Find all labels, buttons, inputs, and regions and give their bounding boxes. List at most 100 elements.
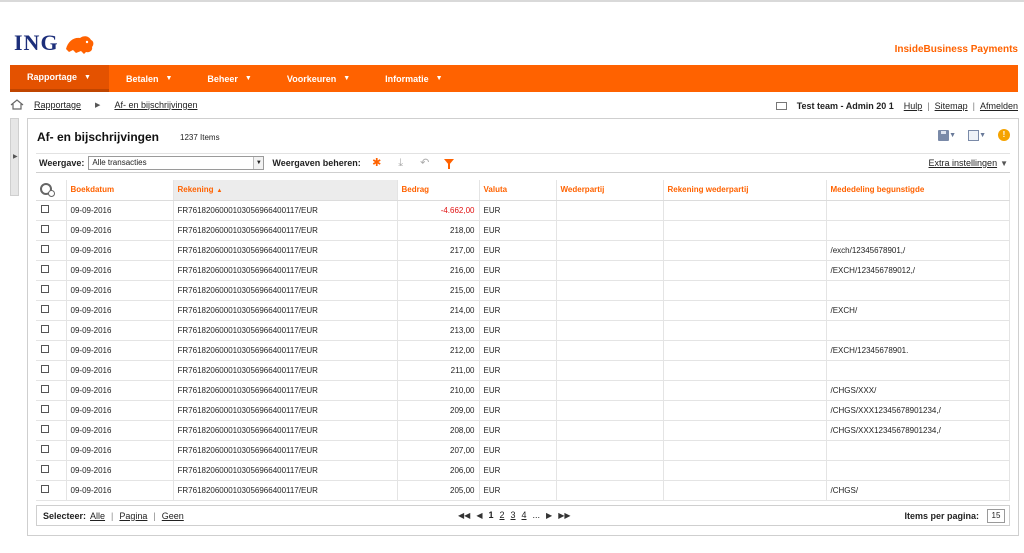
table-row[interactable]: 09-09-2016 FR7618206000103056966400117/EU… (36, 400, 1010, 421)
row-checkbox[interactable] (41, 205, 49, 213)
prev-page-icon[interactable]: ◀ (476, 511, 482, 520)
cell-select[interactable] (36, 400, 67, 421)
table-row[interactable]: 09-09-2016 FR7618206000103056966400117/EU… (36, 240, 1010, 261)
row-checkbox[interactable] (41, 245, 49, 253)
cell-select[interactable] (36, 460, 67, 481)
col-wederpartij[interactable]: Wederpartij (556, 180, 664, 201)
row-checkbox[interactable] (41, 405, 49, 413)
select-none-link[interactable]: Geen (162, 511, 184, 521)
nav-betalen[interactable]: Betalen ▼ (109, 65, 190, 92)
cell-bedrag: 211,00 (397, 360, 480, 381)
cell-select[interactable] (36, 220, 67, 241)
export-menu[interactable]: ▼ (968, 129, 986, 141)
table-row[interactable]: 09-09-2016 FR7618206000103056966400117/EU… (36, 460, 1010, 481)
row-checkbox[interactable] (41, 365, 49, 373)
row-checkbox[interactable] (41, 465, 49, 473)
sitemap-link[interactable]: Sitemap (935, 101, 968, 111)
page-4[interactable]: 4 (522, 510, 527, 520)
undo-icon[interactable]: ↶ (419, 157, 431, 169)
divider: | (111, 510, 114, 521)
table-row[interactable]: 09-09-2016 FR7618206000103056966400117/EU… (36, 280, 1010, 301)
gear-icon[interactable]: ✱ (371, 157, 383, 169)
cell-select[interactable] (36, 240, 67, 261)
col-boekdatum[interactable]: Boekdatum (66, 180, 174, 201)
col-valuta[interactable]: Valuta (479, 180, 557, 201)
cell-rekening: FR7618206000103056966400117/EUR (173, 400, 398, 421)
filter-icon[interactable] (443, 157, 455, 169)
table-row[interactable]: 09-09-2016 FR7618206000103056966400117/EU… (36, 200, 1010, 221)
cell-select[interactable] (36, 320, 67, 341)
col-bedrag[interactable]: Bedrag (397, 180, 480, 201)
cell-rekening: FR7618206000103056966400117/EUR (173, 440, 398, 461)
help-link[interactable]: Hulp (904, 101, 923, 111)
save-menu[interactable]: ▼ (938, 129, 956, 141)
chevron-down-icon: ▼ (84, 73, 91, 81)
page-3[interactable]: 3 (511, 510, 516, 520)
next-page-icon[interactable]: ▶ (546, 511, 552, 520)
view-select[interactable]: Alle transacties ▼ (88, 156, 265, 170)
row-checkbox[interactable] (41, 305, 49, 313)
table-row[interactable]: 09-09-2016 FR7618206000103056966400117/EU… (36, 260, 1010, 281)
info-icon[interactable]: ! (998, 129, 1010, 141)
row-checkbox[interactable] (41, 285, 49, 293)
cell-select[interactable] (36, 260, 67, 281)
breadcrumb-current[interactable]: Af- en bijschrijvingen (114, 100, 197, 110)
table-row[interactable]: 09-09-2016 FR7618206000103056966400117/EU… (36, 340, 1010, 361)
select-all-link[interactable]: Alle (90, 511, 105, 521)
nav-voorkeuren[interactable]: Voorkeuren ▼ (270, 65, 368, 92)
table-row[interactable]: 09-09-2016 FR7618206000103056966400117/EU… (36, 420, 1010, 441)
items-per-page-input[interactable]: 15 (987, 509, 1005, 523)
cell-select[interactable] (36, 440, 67, 461)
row-checkbox[interactable] (41, 485, 49, 493)
page-1[interactable]: 1 (488, 510, 493, 520)
col-rekening[interactable]: Rekening ▲ (173, 180, 398, 201)
col-rekening-wederpartij[interactable]: Rekening wederpartij (663, 180, 827, 201)
breadcrumb-rapportage[interactable]: Rapportage (34, 100, 81, 110)
last-page-icon[interactable]: ▶▶ (558, 511, 570, 520)
nav-informatie[interactable]: Informatie ▼ (368, 65, 460, 92)
table-body: 09-09-2016 FR7618206000103056966400117/EU… (36, 200, 1010, 501)
cell-select[interactable] (36, 380, 67, 401)
table-row[interactable]: 09-09-2016 FR7618206000103056966400117/EU… (36, 440, 1010, 461)
cell-select[interactable] (36, 360, 67, 381)
nav-beheer[interactable]: Beheer ▼ (190, 65, 269, 92)
download-icon[interactable]: ⤓ (395, 157, 407, 169)
chevron-right-icon: ▶ (13, 154, 18, 160)
row-checkbox[interactable] (41, 385, 49, 393)
cell-select[interactable] (36, 200, 67, 221)
home-icon[interactable] (10, 99, 24, 110)
col-mededeling[interactable]: Mededeling begunstigde (826, 180, 1010, 201)
nav-rapportage[interactable]: Rapportage ▼ (10, 65, 109, 92)
ing-logo[interactable]: ING (14, 30, 96, 56)
column-settings-header[interactable] (36, 180, 67, 201)
cell-valuta: EUR (479, 260, 557, 281)
chevron-down-icon[interactable]: ▼ (1000, 159, 1008, 168)
table-row[interactable]: 09-09-2016 FR7618206000103056966400117/EU… (36, 380, 1010, 401)
row-checkbox[interactable] (41, 425, 49, 433)
items-per-page-label: Items per pagina: (904, 511, 979, 521)
row-checkbox[interactable] (41, 265, 49, 273)
table-row[interactable]: 09-09-2016 FR7618206000103056966400117/EU… (36, 360, 1010, 381)
mail-icon[interactable] (775, 102, 787, 110)
row-checkbox[interactable] (41, 325, 49, 333)
nav-label: Rapportage (27, 72, 78, 82)
cell-wederpartij (556, 280, 664, 301)
cell-select[interactable] (36, 480, 67, 501)
table-row[interactable]: 09-09-2016 FR7618206000103056966400117/EU… (36, 220, 1010, 241)
cell-select[interactable] (36, 340, 67, 361)
table-row[interactable]: 09-09-2016 FR7618206000103056966400117/EU… (36, 300, 1010, 321)
row-checkbox[interactable] (41, 345, 49, 353)
logout-link[interactable]: Afmelden (980, 101, 1018, 111)
extra-settings-link[interactable]: Extra instellingen (929, 158, 998, 168)
table-row[interactable]: 09-09-2016 FR7618206000103056966400117/EU… (36, 320, 1010, 341)
cell-select[interactable] (36, 280, 67, 301)
select-page-link[interactable]: Pagina (119, 511, 147, 521)
side-panel-toggle[interactable]: ▶ (10, 118, 19, 196)
row-checkbox[interactable] (41, 445, 49, 453)
first-page-icon[interactable]: ◀◀ (458, 511, 470, 520)
table-row[interactable]: 09-09-2016 FR7618206000103056966400117/EU… (36, 480, 1010, 501)
cell-select[interactable] (36, 420, 67, 441)
cell-select[interactable] (36, 300, 67, 321)
row-checkbox[interactable] (41, 225, 49, 233)
page-2[interactable]: 2 (499, 510, 504, 520)
